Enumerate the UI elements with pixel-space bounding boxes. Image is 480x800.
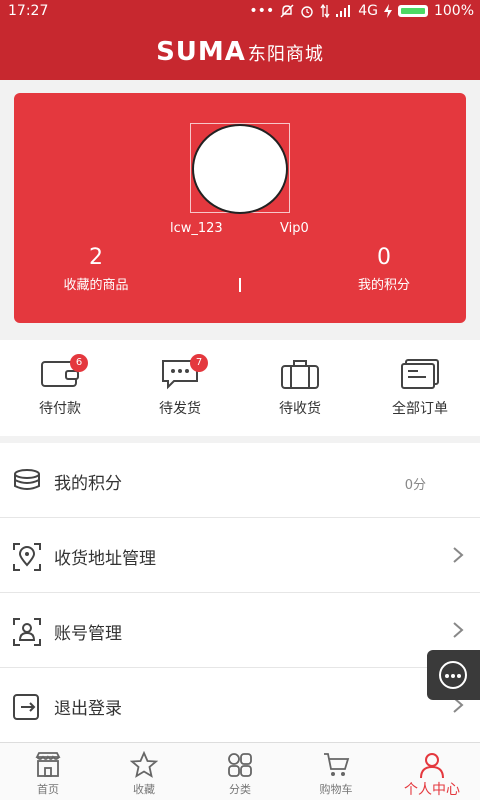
documents-icon bbox=[401, 359, 439, 389]
avatar-frame bbox=[190, 123, 290, 214]
status-bar: 17:27 ••• 4G 100% bbox=[0, 0, 480, 24]
username: lcw_123 bbox=[170, 221, 223, 236]
stat-divider bbox=[239, 278, 241, 292]
menu-account-management[interactable]: 账号管理 bbox=[0, 593, 480, 668]
menu-my-points[interactable]: 我的积分 0分 bbox=[0, 443, 480, 518]
logout-icon bbox=[13, 694, 39, 720]
order-all[interactable]: 全部订单 bbox=[360, 340, 480, 436]
chevron-right-icon bbox=[453, 622, 464, 638]
home-store-icon bbox=[35, 752, 61, 777]
points-label: 我的积分 bbox=[357, 278, 410, 293]
suitcase-icon bbox=[281, 360, 319, 389]
tab-home[interactable]: 首页 bbox=[0, 743, 96, 800]
favorites-stat[interactable]: 2 收藏的商品 bbox=[36, 245, 156, 293]
menu-logout[interactable]: 退出登录 bbox=[0, 668, 480, 743]
brand-latin: SUMA bbox=[156, 37, 246, 67]
order-label: 待发货 bbox=[159, 401, 201, 417]
location-pin-icon bbox=[13, 543, 41, 571]
status-time: 17:27 bbox=[8, 3, 49, 19]
order-pending-payment[interactable]: 6 待付款 bbox=[0, 340, 120, 436]
charging-icon bbox=[383, 4, 392, 18]
order-label: 全部订单 bbox=[392, 401, 448, 417]
tab-label: 首页 bbox=[37, 783, 59, 796]
chevron-right-icon bbox=[453, 547, 464, 563]
tab-label: 个人中心 bbox=[404, 782, 460, 798]
menu-points-value: 0分 bbox=[404, 478, 426, 493]
menu-label: 收货地址管理 bbox=[54, 549, 156, 569]
mute-icon bbox=[280, 4, 294, 18]
points-count: 0 bbox=[377, 245, 391, 270]
account-menu: 我的积分 0分 收货地址管理 账号管理 退出登录 bbox=[0, 443, 480, 743]
order-pending-receipt[interactable]: 待收货 bbox=[240, 340, 360, 436]
menu-label: 账号管理 bbox=[54, 624, 122, 644]
floating-more-button[interactable] bbox=[427, 650, 480, 700]
more-dots-icon: ••• bbox=[249, 3, 275, 19]
cart-icon bbox=[324, 753, 350, 776]
signal-icon bbox=[336, 5, 351, 17]
order-label: 待付款 bbox=[39, 401, 81, 417]
badge-pending-payment: 6 bbox=[70, 354, 88, 372]
order-label: 待收货 bbox=[279, 401, 321, 417]
avatar[interactable] bbox=[192, 124, 288, 214]
tab-label: 分类 bbox=[229, 783, 251, 796]
coins-stack-icon bbox=[14, 469, 40, 490]
vip-level: Vip0 bbox=[280, 221, 309, 236]
tab-favorites[interactable]: 收藏 bbox=[96, 743, 192, 800]
tab-profile[interactable]: 个人中心 bbox=[384, 743, 480, 800]
menu-label: 我的积分 bbox=[54, 474, 122, 494]
points-stat[interactable]: 0 我的积分 bbox=[324, 245, 444, 293]
favorites-label: 收藏的商品 bbox=[63, 278, 129, 293]
brand-cn: 东阳商城 bbox=[247, 44, 324, 65]
menu-address-management[interactable]: 收货地址管理 bbox=[0, 518, 480, 593]
badge-pending-shipment: 7 bbox=[190, 354, 208, 372]
bottom-tab-bar: 首页 收藏 分类 购物车 个人中心 bbox=[0, 742, 480, 800]
menu-label: 退出登录 bbox=[54, 699, 122, 719]
tab-categories[interactable]: 分类 bbox=[192, 743, 288, 800]
more-options-icon bbox=[439, 661, 467, 689]
grid-icon bbox=[228, 753, 252, 777]
app-header: SUMA 东阳商城 bbox=[0, 24, 480, 80]
brand-logo: SUMA 东阳商城 bbox=[156, 37, 324, 67]
data-icon bbox=[320, 4, 330, 18]
tab-label: 购物车 bbox=[319, 783, 353, 796]
favorites-count: 2 bbox=[89, 245, 103, 270]
battery-icon bbox=[397, 5, 428, 17]
order-pending-shipment[interactable]: 7 待发货 bbox=[120, 340, 240, 436]
alarm-icon bbox=[301, 6, 313, 18]
profile-card: lcw_123 Vip0 2 收藏的商品 0 我的积分 bbox=[14, 93, 466, 323]
network-type: 4G bbox=[358, 3, 378, 19]
status-icons: ••• 4G 100% bbox=[249, 3, 474, 19]
star-icon bbox=[130, 751, 158, 778]
order-shortcuts: 6 待付款 7 待发货 待收货 全部订单 bbox=[0, 340, 480, 436]
tab-label: 收藏 bbox=[133, 783, 155, 796]
person-icon bbox=[420, 753, 444, 779]
battery-percent: 100% bbox=[433, 3, 474, 19]
user-account-icon bbox=[13, 618, 41, 646]
tab-cart[interactable]: 购物车 bbox=[288, 743, 384, 800]
